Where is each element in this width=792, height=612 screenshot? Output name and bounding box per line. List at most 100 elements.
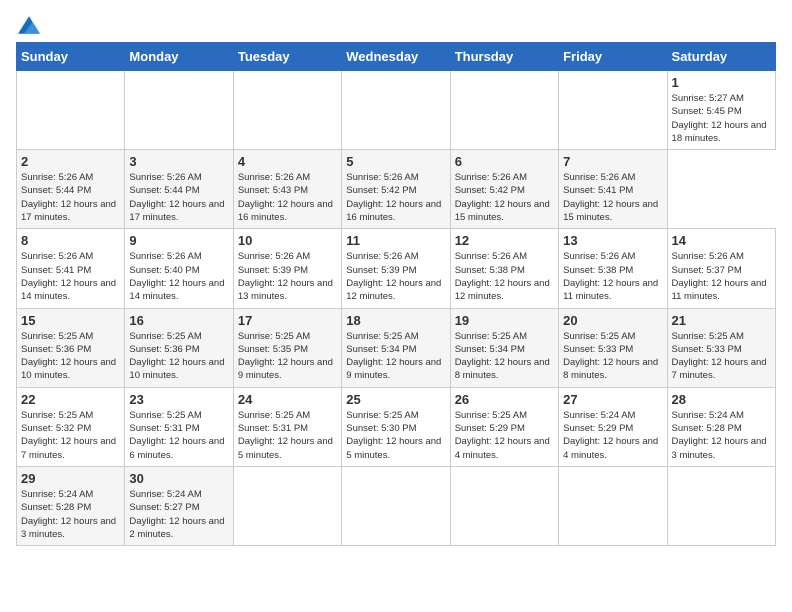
day-info: Sunrise: 5:25 AMSunset: 5:34 PMDaylight:… xyxy=(346,330,445,383)
col-header-friday: Friday xyxy=(559,43,667,71)
empty-cell xyxy=(233,71,341,150)
col-header-sunday: Sunday xyxy=(17,43,125,71)
day-number: 6 xyxy=(455,154,554,169)
day-number: 16 xyxy=(129,313,228,328)
day-30: 30 Sunrise: 5:24 AMSunset: 5:27 PMDayligh… xyxy=(125,466,233,545)
day-12: 12Sunrise: 5:26 AMSunset: 5:38 PMDayligh… xyxy=(450,229,558,308)
day-info: Sunrise: 5:25 AMSunset: 5:36 PMDaylight:… xyxy=(21,330,120,383)
day-3: 3 Sunrise: 5:26 AMSunset: 5:44 PMDaylight… xyxy=(125,150,233,229)
day-15: 15 Sunrise: 5:25 AMSunset: 5:36 PMDayligh… xyxy=(17,308,125,387)
day-info: Sunrise: 5:24 AMSunset: 5:27 PMDaylight:… xyxy=(129,488,228,541)
day-21: 21Sunrise: 5:25 AMSunset: 5:33 PMDayligh… xyxy=(667,308,775,387)
calendar-week-4: 15 Sunrise: 5:25 AMSunset: 5:36 PMDayligh… xyxy=(17,308,776,387)
col-header-tuesday: Tuesday xyxy=(233,43,341,71)
empty-cell xyxy=(125,71,233,150)
day-info: Sunrise: 5:26 AMSunset: 5:41 PMDaylight:… xyxy=(563,171,662,224)
day-number: 23 xyxy=(129,392,228,407)
day-number: 26 xyxy=(455,392,554,407)
empty-cell xyxy=(17,71,125,150)
day-14: 14 Sunrise: 5:26 AMSunset: 5:37 PMDayligh… xyxy=(667,229,775,308)
day-info: Sunrise: 5:24 AMSunset: 5:28 PMDaylight:… xyxy=(672,409,771,462)
day-16: 16 Sunrise: 5:25 AMSunset: 5:36 PMDayligh… xyxy=(125,308,233,387)
day-info: Sunrise: 5:26 AMSunset: 5:40 PMDaylight:… xyxy=(129,250,228,303)
day-info: Sunrise: 5:26 AMSunset: 5:37 PMDaylight:… xyxy=(672,250,771,303)
empty-cell xyxy=(450,466,558,545)
day-info: Sunrise: 5:26 AMSunset: 5:43 PMDaylight:… xyxy=(238,171,337,224)
day-2: 2 Sunrise: 5:26 AMSunset: 5:44 PMDaylight… xyxy=(17,150,125,229)
day-info: Sunrise: 5:27 AMSunset: 5:45 PMDaylight:… xyxy=(672,92,771,145)
empty-cell xyxy=(559,466,667,545)
day-number: 28 xyxy=(672,392,771,407)
day-number: 3 xyxy=(129,154,228,169)
empty-cell xyxy=(342,71,450,150)
day-number: 9 xyxy=(129,233,228,248)
day-9: 9 Sunrise: 5:26 AMSunset: 5:40 PMDaylight… xyxy=(125,229,233,308)
day-info: Sunrise: 5:26 AMSunset: 5:44 PMDaylight:… xyxy=(129,171,228,224)
calendar-week-3: 8Sunrise: 5:26 AMSunset: 5:41 PMDaylight… xyxy=(17,229,776,308)
day-info: Sunrise: 5:26 AMSunset: 5:44 PMDaylight:… xyxy=(21,171,120,224)
day-info: Sunrise: 5:25 AMSunset: 5:34 PMDaylight:… xyxy=(455,330,554,383)
calendar-week-1: 1 Sunrise: 5:27 AMSunset: 5:45 PMDaylight… xyxy=(17,71,776,150)
col-header-monday: Monday xyxy=(125,43,233,71)
day-info: Sunrise: 5:24 AMSunset: 5:28 PMDaylight:… xyxy=(21,488,120,541)
day-8: 8Sunrise: 5:26 AMSunset: 5:41 PMDaylight… xyxy=(17,229,125,308)
day-info: Sunrise: 5:26 AMSunset: 5:42 PMDaylight:… xyxy=(346,171,445,224)
empty-cell xyxy=(667,466,775,545)
day-number: 7 xyxy=(563,154,662,169)
day-number: 4 xyxy=(238,154,337,169)
day-info: Sunrise: 5:26 AMSunset: 5:42 PMDaylight:… xyxy=(455,171,554,224)
day-number: 20 xyxy=(563,313,662,328)
col-header-wednesday: Wednesday xyxy=(342,43,450,71)
day-info: Sunrise: 5:25 AMSunset: 5:36 PMDaylight:… xyxy=(129,330,228,383)
day-20: 20 Sunrise: 5:25 AMSunset: 5:33 PMDayligh… xyxy=(559,308,667,387)
day-info: Sunrise: 5:26 AMSunset: 5:39 PMDaylight:… xyxy=(346,250,445,303)
day-info: Sunrise: 5:26 AMSunset: 5:39 PMDaylight:… xyxy=(238,250,337,303)
day-26: 26 Sunrise: 5:25 AMSunset: 5:29 PMDayligh… xyxy=(450,387,558,466)
day-number: 27 xyxy=(563,392,662,407)
col-header-saturday: Saturday xyxy=(667,43,775,71)
logo xyxy=(16,16,44,34)
page-header xyxy=(16,16,776,34)
day-24: 24 Sunrise: 5:25 AMSunset: 5:31 PMDayligh… xyxy=(233,387,341,466)
day-number: 24 xyxy=(238,392,337,407)
day-number: 2 xyxy=(21,154,120,169)
day-info: Sunrise: 5:25 AMSunset: 5:35 PMDaylight:… xyxy=(238,330,337,383)
day-number: 29 xyxy=(21,471,120,486)
day-number: 15 xyxy=(21,313,120,328)
day-25: 25Sunrise: 5:25 AMSunset: 5:30 PMDayligh… xyxy=(342,387,450,466)
day-info: Sunrise: 5:25 AMSunset: 5:31 PMDaylight:… xyxy=(238,409,337,462)
day-info: Sunrise: 5:25 AMSunset: 5:29 PMDaylight:… xyxy=(455,409,554,462)
day-17: 17Sunrise: 5:25 AMSunset: 5:35 PMDayligh… xyxy=(233,308,341,387)
day-6: 6 Sunrise: 5:26 AMSunset: 5:42 PMDaylight… xyxy=(450,150,558,229)
day-22: 22Sunrise: 5:25 AMSunset: 5:32 PMDayligh… xyxy=(17,387,125,466)
col-header-thursday: Thursday xyxy=(450,43,558,71)
calendar-week-5: 22Sunrise: 5:25 AMSunset: 5:32 PMDayligh… xyxy=(17,387,776,466)
day-info: Sunrise: 5:25 AMSunset: 5:30 PMDaylight:… xyxy=(346,409,445,462)
day-number: 8 xyxy=(21,233,120,248)
day-number: 13 xyxy=(563,233,662,248)
day-number: 1 xyxy=(672,75,771,90)
day-18: 18 Sunrise: 5:25 AMSunset: 5:34 PMDayligh… xyxy=(342,308,450,387)
day-info: Sunrise: 5:25 AMSunset: 5:32 PMDaylight:… xyxy=(21,409,120,462)
day-1: 1 Sunrise: 5:27 AMSunset: 5:45 PMDaylight… xyxy=(667,71,775,150)
day-4: 4 Sunrise: 5:26 AMSunset: 5:43 PMDaylight… xyxy=(233,150,341,229)
day-10: 10Sunrise: 5:26 AMSunset: 5:39 PMDayligh… xyxy=(233,229,341,308)
day-number: 30 xyxy=(129,471,228,486)
day-5: 5 Sunrise: 5:26 AMSunset: 5:42 PMDaylight… xyxy=(342,150,450,229)
day-13: 13 Sunrise: 5:26 AMSunset: 5:38 PMDayligh… xyxy=(559,229,667,308)
day-19: 19Sunrise: 5:25 AMSunset: 5:34 PMDayligh… xyxy=(450,308,558,387)
day-23: 23Sunrise: 5:25 AMSunset: 5:31 PMDayligh… xyxy=(125,387,233,466)
calendar-table: SundayMondayTuesdayWednesdayThursdayFrid… xyxy=(16,42,776,546)
day-number: 18 xyxy=(346,313,445,328)
day-number: 21 xyxy=(672,313,771,328)
empty-cell xyxy=(450,71,558,150)
day-number: 5 xyxy=(346,154,445,169)
day-number: 14 xyxy=(672,233,771,248)
empty-cell xyxy=(559,71,667,150)
calendar-week-2: 2 Sunrise: 5:26 AMSunset: 5:44 PMDaylight… xyxy=(17,150,776,229)
day-28: 28 Sunrise: 5:24 AMSunset: 5:28 PMDayligh… xyxy=(667,387,775,466)
day-number: 12 xyxy=(455,233,554,248)
day-7: 7 Sunrise: 5:26 AMSunset: 5:41 PMDaylight… xyxy=(559,150,667,229)
day-info: Sunrise: 5:26 AMSunset: 5:38 PMDaylight:… xyxy=(563,250,662,303)
day-info: Sunrise: 5:25 AMSunset: 5:33 PMDaylight:… xyxy=(563,330,662,383)
